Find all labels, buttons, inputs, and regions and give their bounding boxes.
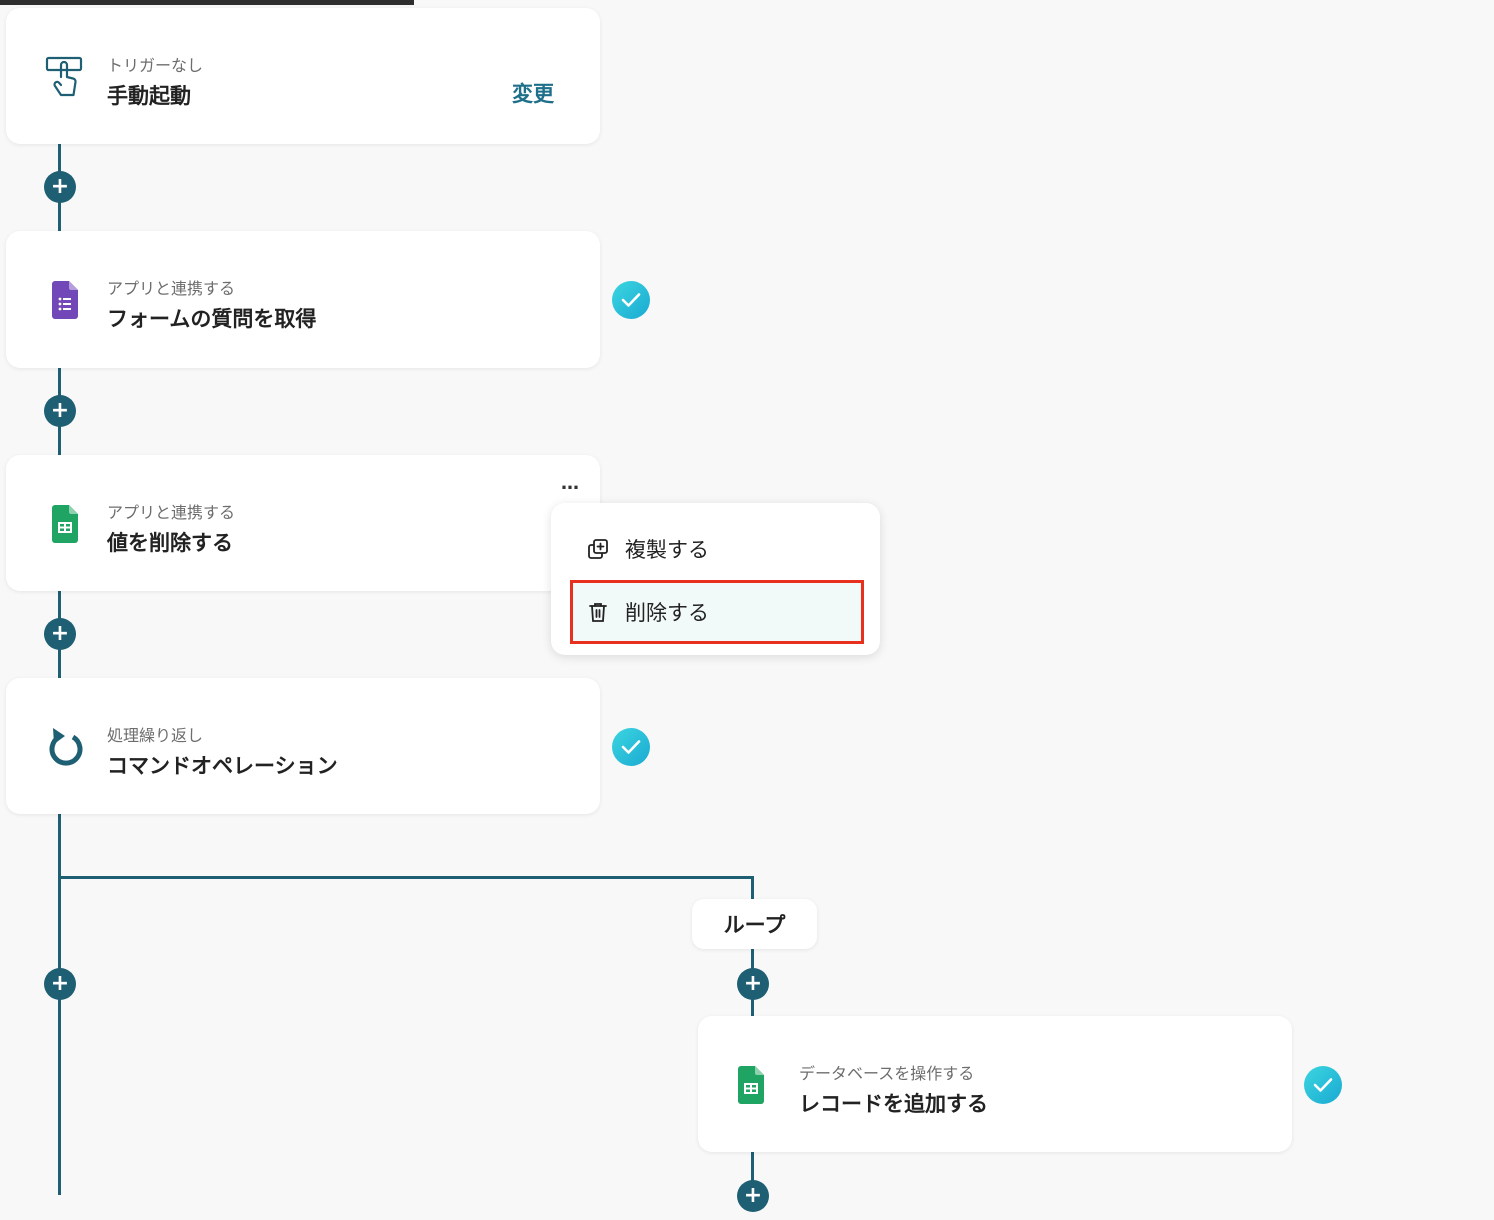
google-forms-icon bbox=[40, 275, 90, 325]
trash-icon bbox=[585, 599, 611, 625]
hand-pointer-icon bbox=[40, 52, 90, 102]
step-card-add-record[interactable]: データベースを操作する レコードを追加する bbox=[698, 1016, 1292, 1152]
connector-loop-branch bbox=[58, 876, 752, 879]
step-title: レコードを追加する bbox=[799, 1092, 988, 1116]
menu-item-label: 削除する bbox=[625, 601, 709, 625]
step-title: コマンドオペレーション bbox=[107, 754, 338, 778]
check-icon bbox=[1304, 1066, 1342, 1104]
step-card-manual-trigger[interactable]: トリガーなし 手動起動 変更 bbox=[6, 8, 600, 144]
step-title: 値を削除する bbox=[107, 531, 233, 555]
step-subtitle: アプリと連携する bbox=[107, 503, 236, 522]
step-card-command-operation[interactable]: 処理繰り返し コマンドオペレーション bbox=[6, 678, 600, 814]
check-icon bbox=[612, 728, 650, 766]
step-card-delete-values[interactable]: アプリと連携する 値を削除する … bbox=[6, 455, 600, 591]
top-bar bbox=[0, 0, 414, 5]
menu-item-label: 複製する bbox=[625, 538, 709, 562]
step-subtitle: データベースを操作する bbox=[799, 1064, 975, 1083]
more-options-icon[interactable]: … bbox=[561, 473, 580, 494]
add-step-button[interactable]: + bbox=[44, 395, 76, 427]
step-subtitle: トリガーなし bbox=[107, 56, 204, 75]
context-menu: 複製する 削除する bbox=[551, 503, 880, 655]
google-sheets-icon bbox=[40, 499, 90, 549]
add-step-button[interactable]: + bbox=[44, 618, 76, 650]
check-icon bbox=[612, 281, 650, 319]
duplicate-icon bbox=[585, 536, 611, 562]
loop-arrow-icon bbox=[40, 722, 90, 772]
step-title: フォームの質問を取得 bbox=[107, 307, 317, 331]
add-step-button[interactable]: + bbox=[44, 171, 76, 203]
menu-item-delete[interactable]: 削除する bbox=[570, 580, 864, 644]
step-subtitle: アプリと連携する bbox=[107, 279, 236, 298]
add-loop-step-button[interactable]: + bbox=[737, 1180, 769, 1212]
google-sheets-icon bbox=[726, 1060, 776, 1110]
step-card-get-form-questions[interactable]: アプリと連携する フォームの質問を取得 bbox=[6, 231, 600, 368]
change-trigger-link[interactable]: 変更 bbox=[512, 78, 554, 108]
menu-item-duplicate[interactable]: 複製する bbox=[573, 520, 861, 578]
add-loop-step-button[interactable]: + bbox=[737, 968, 769, 1000]
add-step-button[interactable]: + bbox=[44, 968, 76, 1000]
step-subtitle: 処理繰り返し bbox=[107, 726, 204, 745]
loop-label: ループ bbox=[692, 899, 817, 949]
step-title: 手動起動 bbox=[107, 84, 191, 108]
